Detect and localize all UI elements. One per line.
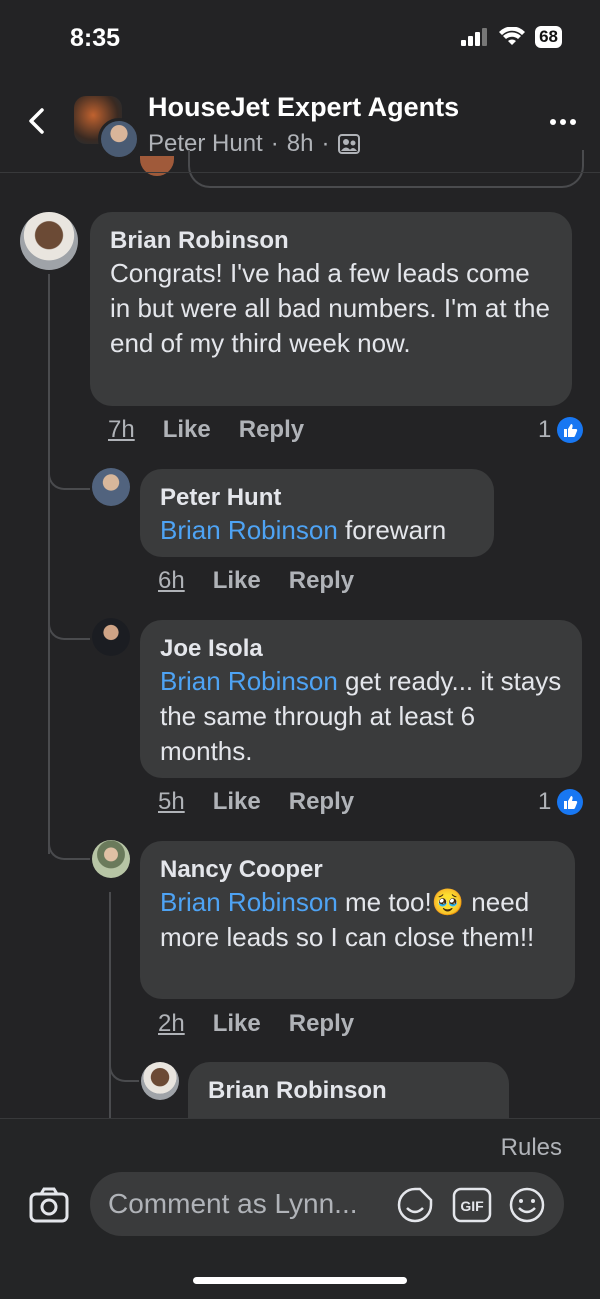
mention-link[interactable]: Brian Robinson [160, 887, 338, 917]
camera-icon[interactable] [28, 1185, 70, 1225]
comment-text: Brian Robinson get ready... it stays the… [160, 666, 562, 766]
avatar[interactable] [20, 212, 78, 270]
rules-link[interactable]: Rules [501, 1134, 562, 1162]
comment-author[interactable]: Joe Isola [160, 634, 562, 664]
like-reaction-icon [557, 789, 584, 815]
gif-icon[interactable]: GIF [452, 1186, 492, 1224]
comment-placeholder: Comment as Lynn... [108, 1188, 358, 1219]
thread-line [109, 1060, 139, 1082]
comment-actions: 2h Like Reply [158, 1010, 354, 1038]
comment-text: Brian Robinson forewarn [160, 515, 447, 545]
previous-comment-bubble [188, 150, 584, 188]
comment-author[interactable]: Nancy Cooper [160, 855, 555, 885]
comment-actions: 5h Like Reply [158, 788, 354, 816]
group-title[interactable]: HouseJet Expert Agents [148, 92, 459, 123]
emoji-icon[interactable] [508, 1186, 546, 1224]
thread-line [48, 838, 90, 860]
comment-text: Congrats! I've had a few leads come in b… [110, 258, 550, 358]
reply-button[interactable]: Reply [289, 567, 354, 595]
reaction-count[interactable]: 1 [538, 416, 584, 444]
status-icons: 68 [461, 26, 562, 48]
avatar[interactable] [92, 468, 130, 506]
like-reaction-icon [557, 417, 584, 443]
comment-author[interactable]: Brian Robinson [110, 226, 552, 256]
avatar[interactable] [141, 1062, 179, 1100]
like-button[interactable]: Like [213, 788, 261, 816]
sticker-icon[interactable] [396, 1186, 434, 1224]
comment-time[interactable]: 7h [108, 416, 135, 444]
battery-indicator: 68 [535, 26, 562, 48]
comment-actions: 6h Like Reply [158, 567, 354, 595]
reaction-number: 1 [538, 788, 552, 815]
back-arrow-icon[interactable] [22, 106, 52, 136]
status-time: 8:35 [70, 24, 121, 52]
home-indicator [193, 1277, 407, 1284]
like-button[interactable]: Like [213, 1010, 261, 1038]
comment-bubble: Nancy Cooper Brian Robinson me too!🥹 nee… [140, 841, 575, 999]
more-options-icon[interactable] [548, 112, 578, 132]
like-button[interactable]: Like [163, 416, 211, 444]
group-avatar[interactable] [74, 96, 140, 160]
thread-line [48, 274, 50, 854]
reply-button[interactable]: Reply [289, 1010, 354, 1038]
reaction-number: 1 [538, 416, 552, 443]
signal-icon [461, 28, 488, 46]
wifi-icon [499, 27, 526, 45]
mention-link[interactable]: Brian Robinson [160, 666, 338, 696]
comment-bubble: Peter Hunt Brian Robinson forewarn [140, 469, 494, 557]
like-button[interactable]: Like [213, 567, 261, 595]
avatar[interactable] [92, 840, 130, 878]
thread-line [109, 892, 111, 1118]
comment-bubble: Brian Robinson Congrats! I've had a few … [90, 212, 572, 406]
comment-bubble: Joe Isola Brian Robinson get ready... it… [140, 620, 582, 778]
mention-link[interactable]: Brian Robinson [160, 515, 338, 545]
comment-time[interactable]: 6h [158, 567, 185, 595]
avatar[interactable] [92, 618, 130, 656]
comment-time[interactable]: 5h [158, 788, 185, 816]
reply-button[interactable]: Reply [239, 416, 304, 444]
header-divider [0, 172, 600, 173]
thread-line [48, 468, 90, 490]
comment-time[interactable]: 2h [158, 1010, 185, 1038]
comment-author[interactable]: Peter Hunt [160, 483, 474, 513]
svg-text:GIF: GIF [460, 1198, 484, 1214]
comment-author[interactable]: Brian Robinson [208, 1076, 489, 1106]
reaction-count[interactable]: 1 [538, 788, 584, 816]
previous-comment-avatar [140, 156, 174, 176]
reply-button[interactable]: Reply [289, 788, 354, 816]
comment-text: Brian Robinson me too!🥹 need more leads … [160, 887, 535, 952]
comment-actions: 7h Like Reply [108, 416, 304, 444]
author-avatar [98, 118, 140, 160]
thread-line [48, 618, 90, 640]
